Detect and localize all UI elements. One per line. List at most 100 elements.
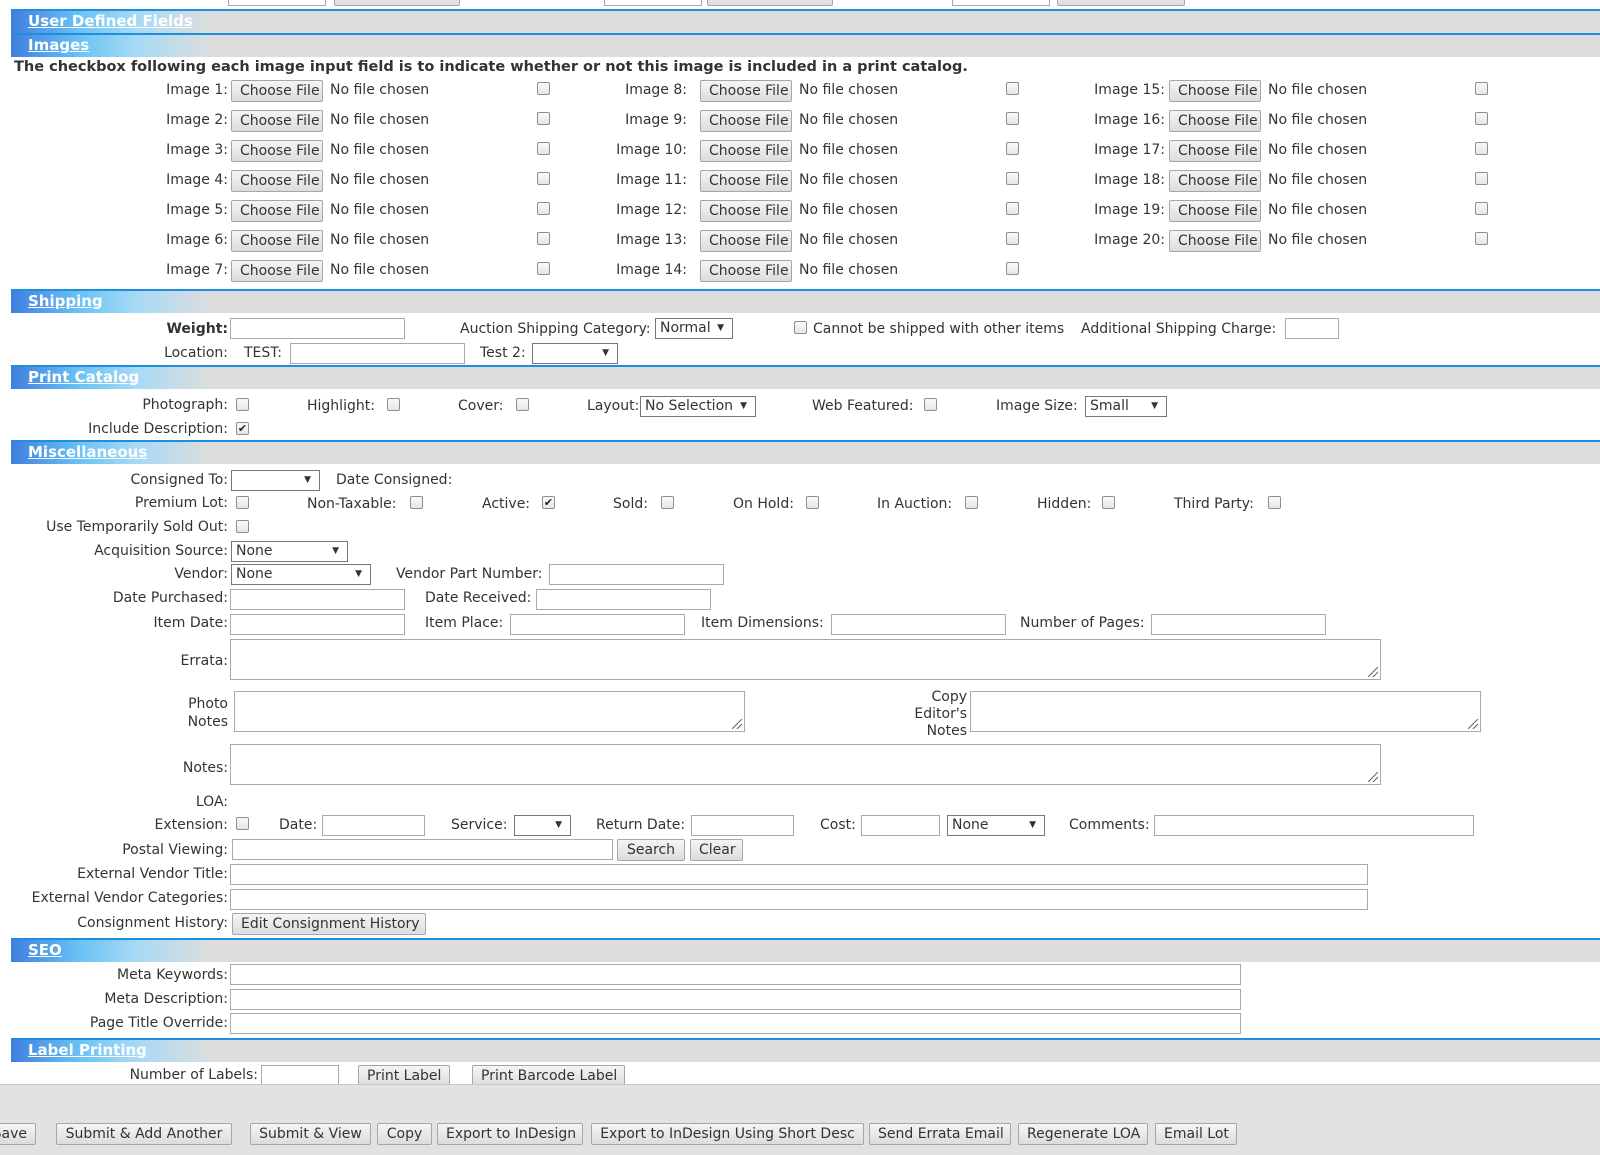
image-7-choose-file-button[interactable]: Choose File [231, 260, 323, 282]
include-description-checkbox[interactable]: ✔ [236, 422, 249, 435]
section-title[interactable]: Images [28, 36, 89, 54]
additional-charge-input[interactable] [1285, 318, 1339, 339]
third-party-checkbox[interactable] [1268, 496, 1281, 509]
item-place-input[interactable] [510, 614, 685, 635]
submit-view-button[interactable]: Submit & View [250, 1123, 371, 1145]
photo-notes-textarea[interactable] [234, 691, 745, 732]
vendor-part-input[interactable] [549, 564, 724, 585]
section-seo[interactable]: SEO [11, 938, 1600, 962]
search-button[interactable]: Search [617, 839, 685, 861]
top-field-3[interactable] [952, 0, 1050, 6]
top-button-1[interactable] [334, 0, 460, 6]
meta-description-input[interactable] [230, 989, 1241, 1010]
image-4-choose-file-button[interactable]: Choose File [231, 170, 323, 192]
image-15-choose-file-button[interactable]: Choose File [1169, 80, 1261, 102]
image-16-catalog-checkbox[interactable] [1475, 112, 1488, 125]
highlight-checkbox[interactable] [387, 398, 400, 411]
section-images[interactable]: Images [11, 33, 1600, 57]
in-auction-checkbox[interactable] [965, 496, 978, 509]
section-title[interactable]: Label Printing [28, 1041, 147, 1059]
extension-checkbox[interactable] [236, 817, 249, 830]
image-2-catalog-checkbox[interactable] [537, 112, 550, 125]
photograph-checkbox[interactable] [236, 398, 249, 411]
date-purchased-input[interactable] [230, 589, 405, 610]
save-button[interactable]: Save [0, 1123, 36, 1145]
image-size-select[interactable]: Small ▼ [1085, 396, 1167, 417]
image-6-choose-file-button[interactable]: Choose File [231, 230, 323, 252]
image-7-catalog-checkbox[interactable] [537, 262, 550, 275]
layout-select[interactable]: No Selection ▼ [640, 396, 756, 417]
section-title[interactable]: Miscellaneous [28, 443, 147, 461]
cannot-ship-checkbox[interactable] [794, 321, 807, 334]
premium-lot-checkbox[interactable] [236, 496, 249, 509]
section-title[interactable]: Print Catalog [28, 368, 139, 386]
number-of-labels-input[interactable] [261, 1065, 339, 1086]
top-field-2[interactable] [604, 0, 702, 6]
vendor-select[interactable]: None ▼ [231, 564, 371, 585]
hidden-checkbox[interactable] [1102, 496, 1115, 509]
image-13-choose-file-button[interactable]: Choose File [700, 230, 792, 252]
copy-editor-textarea[interactable] [970, 691, 1481, 732]
page-title-override-input[interactable] [230, 1013, 1241, 1034]
section-miscellaneous[interactable]: Miscellaneous [11, 440, 1600, 464]
image-20-choose-file-button[interactable]: Choose File [1169, 230, 1261, 252]
weight-input[interactable] [230, 318, 405, 339]
image-1-catalog-checkbox[interactable] [537, 82, 550, 95]
date-received-input[interactable] [536, 589, 711, 610]
copy-button[interactable]: Copy [377, 1123, 432, 1145]
notes-textarea[interactable] [230, 744, 1381, 785]
image-20-catalog-checkbox[interactable] [1475, 232, 1488, 245]
top-button-3[interactable] [1057, 0, 1185, 6]
section-user-defined-fields[interactable]: User Defined Fields [11, 9, 1600, 33]
image-3-catalog-checkbox[interactable] [537, 142, 550, 155]
image-18-choose-file-button[interactable]: Choose File [1169, 170, 1261, 192]
on-hold-checkbox[interactable] [806, 496, 819, 509]
ext-vendor-categories-input[interactable] [230, 889, 1368, 910]
acquisition-source-select[interactable]: None ▼ [231, 541, 348, 562]
top-field-1[interactable] [228, 0, 326, 6]
service-select[interactable]: ▼ [514, 815, 571, 836]
item-dimensions-input[interactable] [831, 614, 1006, 635]
section-title[interactable]: Shipping [28, 292, 103, 310]
cost-select[interactable]: None ▼ [947, 815, 1045, 836]
top-button-2[interactable] [707, 0, 833, 6]
errata-textarea[interactable] [230, 639, 1381, 680]
use-temp-sold-checkbox[interactable] [236, 520, 249, 533]
image-18-catalog-checkbox[interactable] [1475, 172, 1488, 185]
section-title[interactable]: User Defined Fields [28, 12, 193, 30]
image-19-catalog-checkbox[interactable] [1475, 202, 1488, 215]
auction-category-select[interactable]: Normal ▼ [655, 318, 733, 339]
cover-checkbox[interactable] [516, 398, 529, 411]
item-date-input[interactable] [230, 614, 405, 635]
ext-vendor-title-input[interactable] [230, 864, 1368, 885]
non-taxable-checkbox[interactable] [410, 496, 423, 509]
section-shipping[interactable]: Shipping [11, 289, 1600, 313]
export-indesign-button[interactable]: Export to InDesign [437, 1123, 583, 1145]
consigned-to-select[interactable]: ▼ [231, 470, 320, 491]
image-10-catalog-checkbox[interactable] [1006, 142, 1019, 155]
test2-select[interactable]: ▼ [532, 343, 618, 364]
cost-input[interactable] [861, 815, 940, 836]
return-date-input[interactable] [691, 815, 794, 836]
image-2-choose-file-button[interactable]: Choose File [231, 110, 323, 132]
image-9-catalog-checkbox[interactable] [1006, 112, 1019, 125]
email-lot-button[interactable]: Email Lot [1155, 1123, 1237, 1145]
active-checkbox[interactable]: ✔ [542, 496, 555, 509]
image-19-choose-file-button[interactable]: Choose File [1169, 200, 1261, 222]
section-print-catalog[interactable]: Print Catalog [11, 365, 1600, 389]
clear-button[interactable]: Clear [690, 839, 743, 861]
meta-keywords-input[interactable] [230, 964, 1241, 985]
comments-input[interactable] [1154, 815, 1474, 836]
image-11-catalog-checkbox[interactable] [1006, 172, 1019, 185]
image-1-choose-file-button[interactable]: Choose File [231, 80, 323, 102]
image-6-catalog-checkbox[interactable] [537, 232, 550, 245]
image-3-choose-file-button[interactable]: Choose File [231, 140, 323, 162]
image-12-choose-file-button[interactable]: Choose File [700, 200, 792, 222]
postal-viewing-input[interactable] [232, 839, 613, 860]
number-of-pages-input[interactable] [1151, 614, 1326, 635]
image-17-catalog-checkbox[interactable] [1475, 142, 1488, 155]
image-8-catalog-checkbox[interactable] [1006, 82, 1019, 95]
regenerate-loa-button[interactable]: Regenerate LOA [1018, 1123, 1148, 1145]
image-14-catalog-checkbox[interactable] [1006, 262, 1019, 275]
send-errata-email-button[interactable]: Send Errata Email [869, 1123, 1011, 1145]
